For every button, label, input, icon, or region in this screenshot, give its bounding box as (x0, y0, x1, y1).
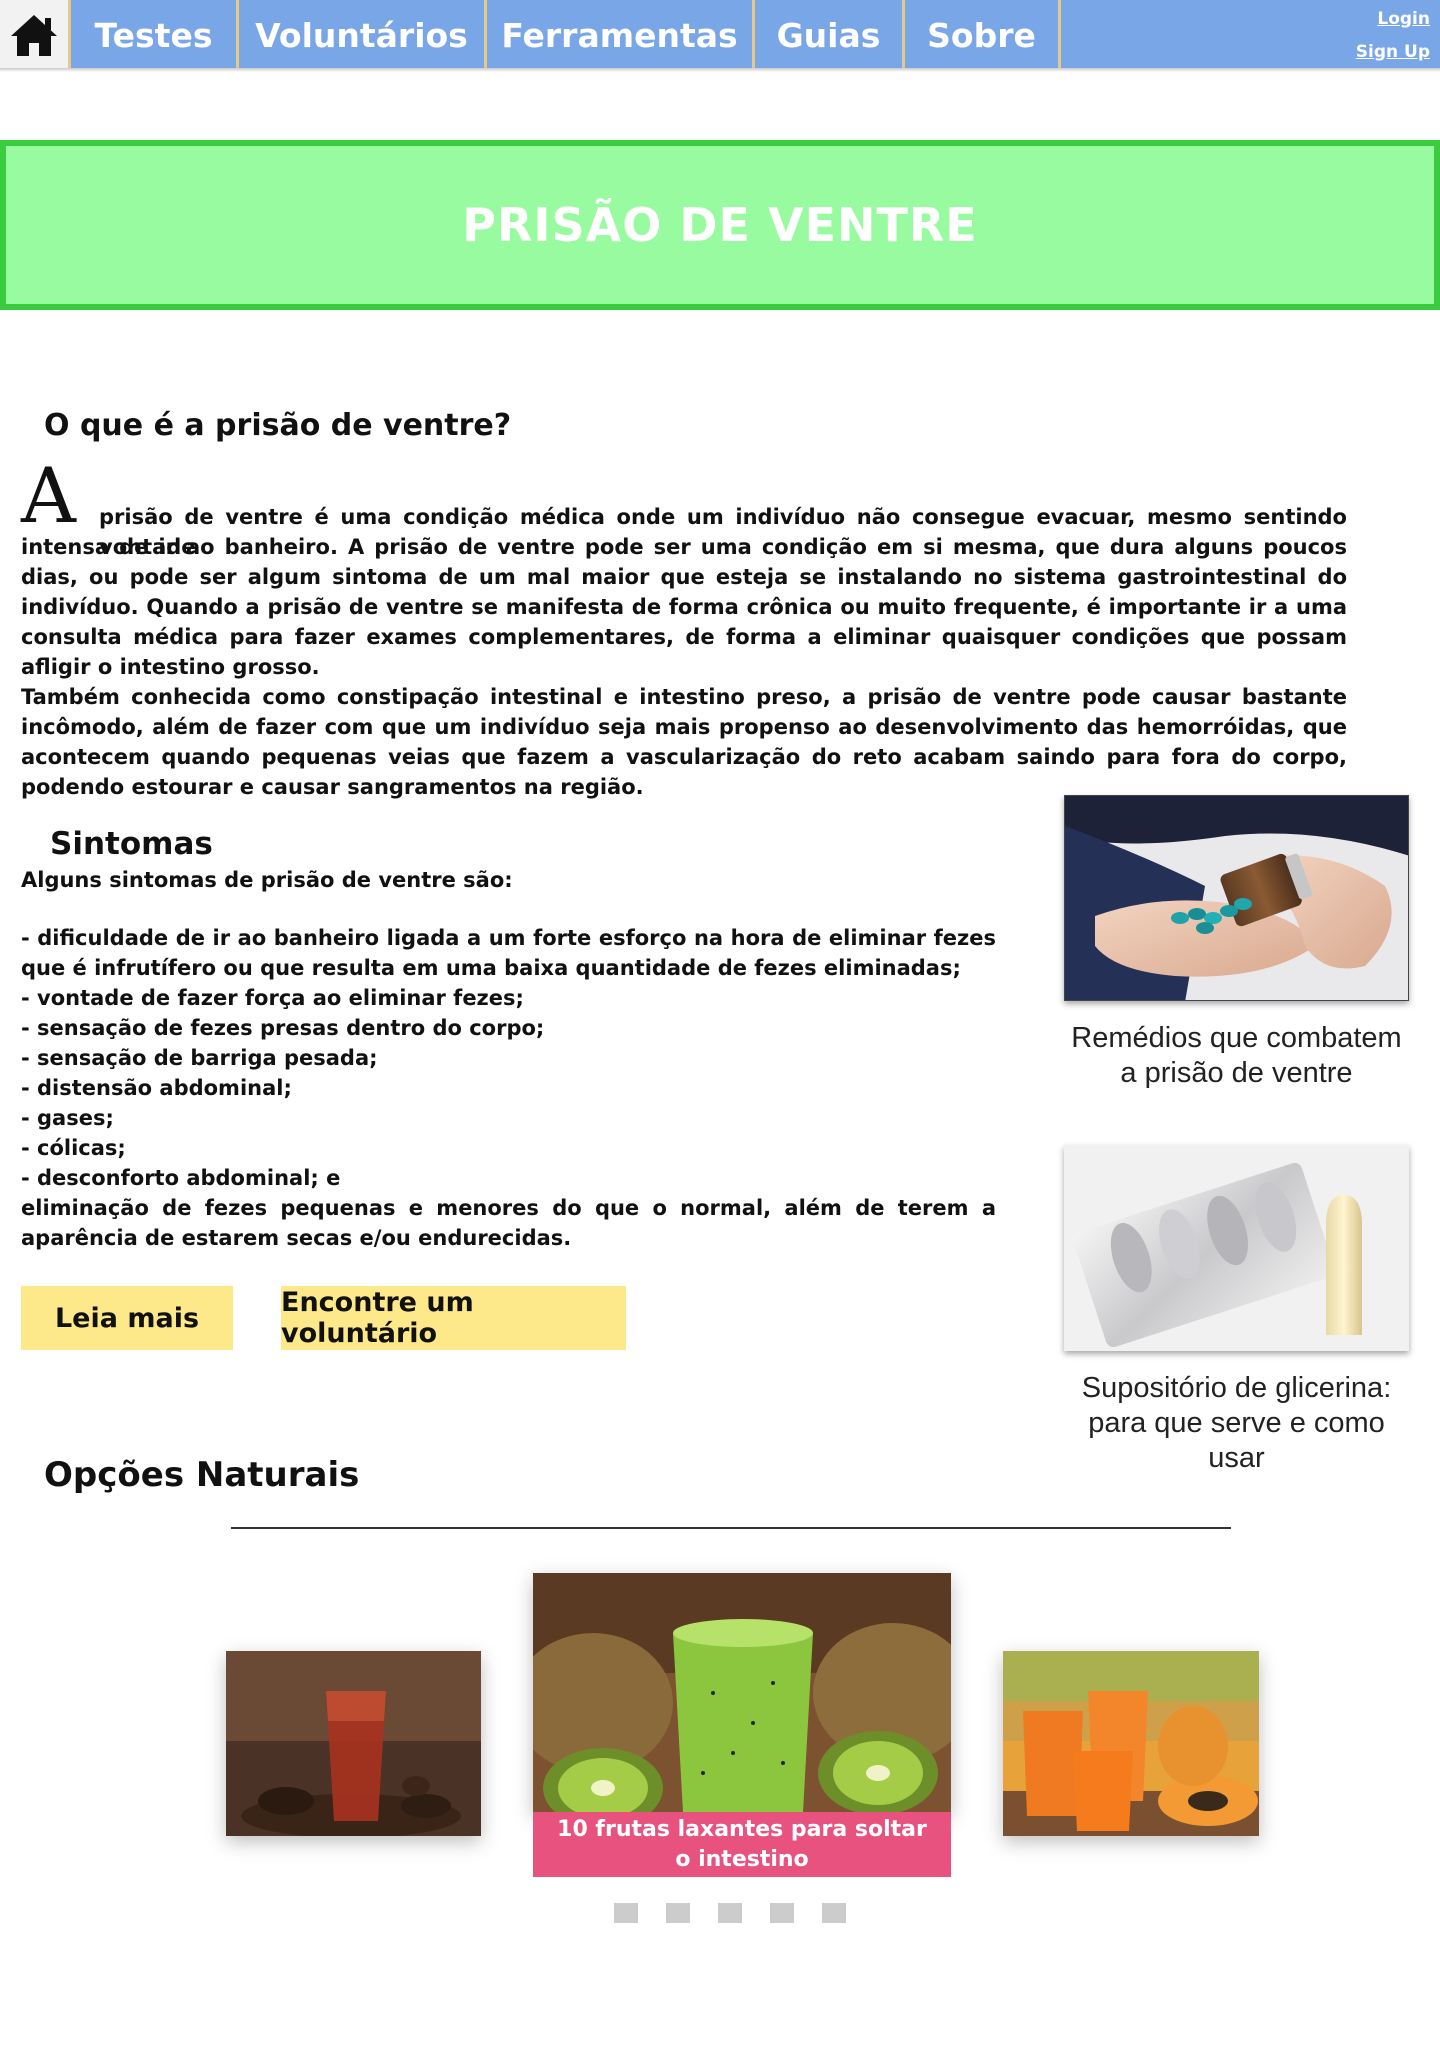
list-item: eliminação de fezes pequenas e menores d… (21, 1196, 996, 1250)
read-more-button[interactable]: Leia mais (21, 1286, 233, 1350)
nav-item-ferramentas[interactable]: Ferramentas (487, 0, 755, 70)
carousel-card-tea[interactable] (226, 1651, 481, 1836)
page-banner: PRISÃO DE VENTRE (0, 140, 1440, 310)
nav-item-voluntarios[interactable]: Voluntários (239, 0, 487, 70)
sintomas-intro: Alguns sintomas de prisão de ventre são: (21, 868, 513, 892)
sidebar-card-suppository-caption[interactable]: Supositório de glicerina: para que serve… (1064, 1371, 1409, 1476)
drop-cap: A (21, 451, 76, 540)
login-link[interactable]: Login (1377, 9, 1430, 29)
intro-paragraph-2: Também conhecida como constipação intest… (21, 685, 1347, 799)
signup-link[interactable]: Sign Up (1356, 42, 1430, 62)
list-item: - cólicas; (21, 1136, 126, 1160)
list-item: - distensão abdominal; (21, 1076, 292, 1100)
section-divider (231, 1527, 1231, 1529)
auth-links: Login Sign Up (1356, 0, 1430, 70)
nav-item-sobre[interactable]: Sobre (905, 0, 1061, 70)
list-item: - sensação de fezes presas dentro do cor… (21, 1016, 545, 1040)
carousel-card-kiwi[interactable] (533, 1573, 951, 1812)
list-item: - desconforto abdominal; e (21, 1166, 341, 1190)
nav-item-testes[interactable]: Testes (71, 0, 239, 70)
natural-options-heading: Opções Naturais (44, 1455, 360, 1495)
carousel-active-caption[interactable]: 10 frutas laxantes para soltar o intesti… (533, 1812, 951, 1877)
page-title: PRISÃO DE VENTRE (462, 198, 978, 252)
list-item: - gases; (21, 1106, 114, 1130)
carousel-dot[interactable] (770, 1903, 794, 1923)
carousel-dot[interactable] (718, 1903, 742, 1923)
list-item: - vontade de fazer força ao eliminar fez… (21, 986, 524, 1010)
list-item: - sensação de barriga pesada; (21, 1046, 378, 1070)
sidebar-card-medicines-caption[interactable]: Remédios que combatem a prisão de ventre (1064, 1021, 1409, 1091)
sintomas-list: - dificuldade de ir ao banheiro ligada a… (21, 923, 996, 1253)
sintomas-heading: Sintomas (50, 826, 213, 862)
carousel-dot[interactable] (614, 1903, 638, 1923)
home-icon (11, 15, 57, 56)
list-item: - dificuldade de ir ao banheiro ligada a… (21, 926, 996, 980)
find-volunteer-button[interactable]: Encontre um voluntário (281, 1286, 626, 1350)
medicine-pills-image[interactable] (1064, 795, 1409, 1001)
nav-item-guias[interactable]: Guias (755, 0, 905, 70)
carousel-dot[interactable] (822, 1903, 846, 1923)
carousel-dot[interactable] (666, 1903, 690, 1923)
carousel-card-papaya[interactable] (1003, 1651, 1259, 1836)
intro-paragraph-1: intensa de ir ao banheiro. A prisão de v… (21, 535, 1347, 679)
home-button[interactable] (0, 0, 71, 70)
suppository-image[interactable] (1064, 1145, 1409, 1351)
nav-shadow (0, 68, 1440, 72)
intro-heading: O que é a prisão de ventre? (44, 408, 512, 443)
nav-bar: Testes Voluntários Ferramentas Guias Sob… (71, 0, 1440, 70)
top-navigation: Testes Voluntários Ferramentas Guias Sob… (0, 0, 1440, 72)
